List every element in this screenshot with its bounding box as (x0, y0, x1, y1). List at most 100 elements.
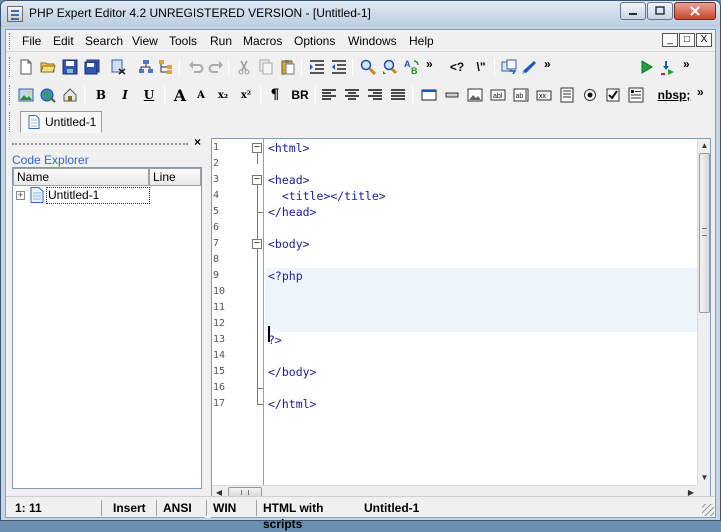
italic-button[interactable]: I (116, 85, 134, 105)
code-text[interactable]: <html> (268, 140, 310, 156)
align-left-button[interactable] (319, 85, 339, 105)
insert-radio-button[interactable] (580, 85, 600, 105)
column-name[interactable]: Name (13, 168, 149, 186)
size-grip[interactable] (702, 504, 714, 516)
superscript-button[interactable]: x² (237, 85, 255, 105)
php-tag-button[interactable]: <? (446, 57, 468, 77)
run-button[interactable] (636, 57, 656, 77)
font-smaller-button[interactable]: A (193, 85, 209, 105)
code-explorer-header[interactable]: × (10, 135, 204, 150)
redo-button[interactable] (206, 57, 226, 77)
mdi-close-button[interactable]: X (696, 33, 712, 47)
menu-run[interactable]: Run (209, 34, 233, 48)
insert-form-button[interactable] (419, 85, 439, 105)
save-button[interactable] (60, 57, 80, 77)
code-editor[interactable]: 1 <html> 2 3 <head> 4 <title></title> 5 … (211, 138, 711, 500)
code-line[interactable]: 10 (212, 284, 646, 300)
expand-toggle[interactable]: + (16, 191, 25, 200)
scroll-down-button[interactable]: ▼ (698, 471, 710, 485)
align-center-button[interactable] (342, 85, 362, 105)
vertical-scroll-thumb[interactable] (699, 153, 710, 313)
menu-edit[interactable]: Edit (52, 34, 75, 48)
structure-button[interactable] (136, 57, 156, 77)
save-all-button[interactable] (82, 57, 102, 77)
syntax-mode[interactable]: HTML with scripts (258, 500, 358, 531)
close-panel-button[interactable]: × (194, 135, 201, 149)
toolbar-chevron[interactable]: » (683, 57, 690, 71)
menu-file[interactable]: File (21, 34, 42, 48)
insert-button-button[interactable]: xx (534, 85, 554, 105)
insert-mode[interactable]: Insert (108, 500, 157, 516)
paragraph-button[interactable]: ¶ (267, 85, 283, 105)
app-icon[interactable] (7, 6, 23, 22)
insert-picture-button[interactable] (465, 85, 485, 105)
tabstrip-grip[interactable] (9, 112, 12, 132)
menu-search[interactable]: Search (84, 34, 124, 48)
menu-tools[interactable]: Tools (168, 34, 198, 48)
align-right-button[interactable] (365, 85, 385, 105)
insert-textfield-button[interactable]: abl (488, 85, 508, 105)
debug-button[interactable] (658, 57, 678, 77)
toolbar-grip[interactable] (9, 57, 12, 77)
code-line[interactable]: 17 </html> (212, 396, 646, 412)
find-next-button[interactable] (380, 57, 400, 77)
copy-button[interactable] (256, 57, 276, 77)
mdi-restore-button[interactable]: □ (679, 33, 695, 47)
code-text[interactable]: </html> (268, 396, 316, 412)
column-line[interactable]: Line (149, 168, 201, 186)
menu-options[interactable]: Options (293, 34, 336, 48)
line-endings[interactable]: WIN (208, 500, 257, 516)
code-line[interactable]: 13 ?> (212, 332, 646, 348)
underline-button[interactable]: U (140, 85, 158, 105)
tree-node[interactable]: + Untitled-1 (13, 187, 201, 204)
toolbar-chevron[interactable]: » (426, 57, 433, 71)
code-line[interactable]: 2 (212, 156, 646, 172)
code-line[interactable]: 3 <head> (212, 172, 646, 188)
bold-button[interactable]: B (92, 85, 110, 105)
scroll-up-button[interactable]: ▲ (698, 139, 710, 153)
code-line[interactable]: 4 <title></title> (212, 188, 646, 204)
fold-toggle[interactable]: − (252, 143, 262, 153)
insert-anchor-button[interactable] (60, 85, 80, 105)
align-justify-button[interactable] (388, 85, 408, 105)
code-text[interactable]: <?php (268, 268, 303, 284)
insert-select-button[interactable] (557, 85, 577, 105)
replace-button[interactable]: AB (402, 57, 422, 77)
nbsp-button[interactable]: nbsp; (656, 85, 692, 105)
menubar-grip[interactable] (9, 33, 12, 49)
toolbar-grip[interactable] (9, 85, 12, 105)
code-line[interactable]: 1 <html> (212, 140, 646, 156)
code-text[interactable]: </body> (268, 364, 316, 380)
insert-image-button[interactable] (16, 85, 36, 105)
find-button[interactable] (358, 57, 378, 77)
code-text[interactable]: <title></title> (268, 188, 386, 204)
code-line[interactable]: 9 <?php (212, 268, 646, 284)
indent-button[interactable] (307, 57, 327, 77)
fold-toggle[interactable]: − (252, 175, 262, 185)
undo-button[interactable] (186, 57, 206, 77)
insert-list-button[interactable] (626, 85, 646, 105)
line-break-button[interactable]: BR (289, 85, 311, 105)
encoding[interactable]: ANSI (158, 500, 207, 516)
toolbar-chevron[interactable]: » (544, 57, 551, 71)
menu-view[interactable]: View (131, 34, 159, 48)
code-text[interactable]: <head> (268, 172, 310, 188)
subscript-button[interactable]: x₂ (214, 85, 232, 105)
code-text[interactable]: </head> (268, 204, 316, 220)
mdi-minimize-button[interactable]: _ (662, 33, 678, 47)
cut-button[interactable] (234, 57, 254, 77)
code-line[interactable]: 12 (212, 316, 646, 332)
escape-button[interactable]: \" (472, 57, 490, 77)
menu-windows[interactable]: Windows (347, 34, 398, 48)
fold-toggle[interactable]: − (252, 239, 262, 249)
code-line[interactable]: 14 (212, 348, 646, 364)
code-line[interactable]: 5 </head> (212, 204, 646, 220)
open-file-button[interactable] (38, 57, 58, 77)
tree-button[interactable] (156, 57, 176, 77)
insert-checkbox-button[interactable] (603, 85, 623, 105)
code-line[interactable]: 8 (212, 252, 646, 268)
close-button[interactable] (674, 2, 716, 20)
title-bar[interactable]: PHP Expert Editor 4.2 UNREGISTERED VERSI… (1, 1, 720, 27)
insert-link-button[interactable] (38, 85, 58, 105)
minimize-button[interactable] (620, 2, 646, 20)
